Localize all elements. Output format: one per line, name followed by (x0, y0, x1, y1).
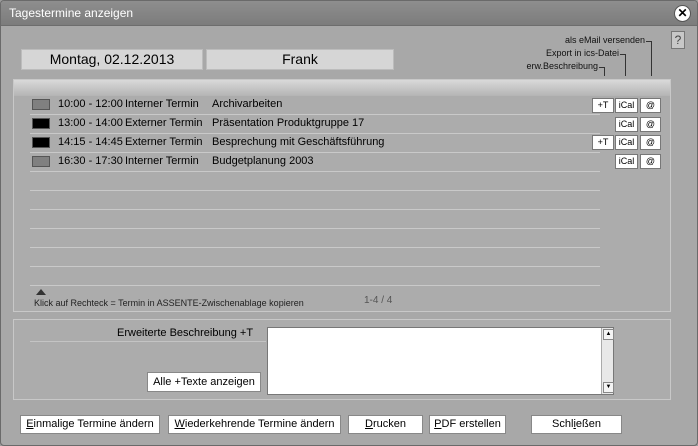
create-pdf-button[interactable]: PDF erstellen (429, 415, 506, 434)
legend-line (625, 54, 626, 76)
scroll-up-icon[interactable]: ▲ (603, 329, 614, 340)
appointment-time: 14:15 - 14:45 (58, 136, 123, 148)
description-divider (30, 341, 266, 342)
close-icon[interactable]: ✕ (674, 5, 691, 22)
legend-export: Export in ics-Datei (545, 48, 619, 58)
email-button[interactable]: @ (640, 135, 661, 150)
row-divider (30, 209, 600, 210)
ical-button[interactable]: iCal (615, 154, 638, 169)
appointment-row[interactable]: 14:15 - 14:45 Externer Termin Besprechun… (30, 134, 600, 152)
print-button[interactable]: Drucken (348, 415, 423, 434)
scroll-down-icon[interactable]: ▼ (603, 382, 614, 393)
ical-button[interactable]: iCal (615, 117, 638, 132)
appointment-subject: Präsentation Produktgruppe 17 (212, 117, 365, 129)
row-divider (30, 266, 600, 267)
row-divider (30, 285, 600, 286)
edit-recurring-appointments-button[interactable]: Wiederkehrende Termine ändern (168, 415, 341, 434)
appointment-time: 16:30 - 17:30 (58, 155, 123, 167)
ical-button[interactable]: iCal (615, 135, 638, 150)
appointment-type: Interner Termin (125, 98, 199, 110)
appointment-type: Externer Termin (125, 117, 203, 129)
appointment-type: Interner Termin (125, 155, 199, 167)
plus-t-button[interactable]: +T (592, 98, 614, 113)
email-button[interactable]: @ (640, 98, 661, 113)
legend-email: als eMail versenden (564, 35, 645, 45)
clipboard-hint: Klick auf Rechteck = Termin in ASSENTE-Z… (34, 298, 304, 308)
help-icon[interactable]: ? (671, 31, 685, 49)
description-label: Erweiterte Beschreibung +T (117, 327, 254, 339)
appointment-subject: Budgetplanung 2003 (212, 155, 314, 167)
appointment-color-swatch[interactable] (32, 118, 50, 129)
user-field: Frank (206, 49, 394, 70)
clipboard-hint-icon (36, 289, 46, 295)
pager-status: 1-4 / 4 (364, 295, 393, 306)
appointment-type: Externer Termin (125, 136, 203, 148)
row-divider (30, 247, 600, 248)
appointment-time: 13:00 - 14:00 (58, 117, 123, 129)
ical-button[interactable]: iCal (615, 98, 638, 113)
description-textarea[interactable]: ▲ ▼ (267, 327, 614, 395)
appointment-color-swatch[interactable] (32, 156, 50, 167)
row-divider (30, 228, 600, 229)
appointments-panel: 10:00 - 12:00 Interner Termin Archivarbe… (13, 79, 671, 312)
edit-single-appointments-button[interactable]: Einmalige Termine ändern (20, 415, 160, 434)
legend-description: erw.Beschreibung (526, 61, 598, 71)
appointment-subject: Archivarbeiten (212, 98, 283, 110)
appointment-subject: Besprechung mit Geschäftsführung (212, 136, 385, 148)
description-scrollbar[interactable]: ▲ ▼ (601, 328, 614, 394)
appointment-color-swatch[interactable] (32, 137, 50, 148)
date-field: Montag, 02.12.2013 (21, 49, 203, 70)
description-panel: Erweiterte Beschreibung +T Alle +Texte a… (13, 319, 671, 400)
plus-t-button[interactable]: +T (592, 135, 614, 150)
show-all-texts-button[interactable]: Alle +Texte anzeigen (147, 372, 261, 392)
email-button[interactable]: @ (640, 154, 661, 169)
row-divider (30, 171, 600, 172)
legend-line (604, 67, 605, 76)
panel-header (14, 80, 670, 96)
legend-line (651, 41, 652, 76)
email-button[interactable]: @ (640, 117, 661, 132)
dialog-window: Tagestermine anzeigen ✕ Montag, 02.12.20… (0, 0, 698, 446)
appointment-row[interactable]: 16:30 - 17:30 Interner Termin Budgetplan… (30, 153, 600, 171)
title-bar: Tagestermine anzeigen ✕ (1, 1, 697, 26)
window-title: Tagestermine anzeigen (9, 6, 134, 20)
appointment-time: 10:00 - 12:00 (58, 98, 123, 110)
appointment-color-swatch[interactable] (32, 99, 50, 110)
appointment-row[interactable]: 10:00 - 12:00 Interner Termin Archivarbe… (30, 96, 600, 114)
close-button[interactable]: Schließen (531, 415, 622, 434)
row-divider (30, 190, 600, 191)
appointment-row[interactable]: 13:00 - 14:00 Externer Termin Präsentati… (30, 115, 600, 133)
